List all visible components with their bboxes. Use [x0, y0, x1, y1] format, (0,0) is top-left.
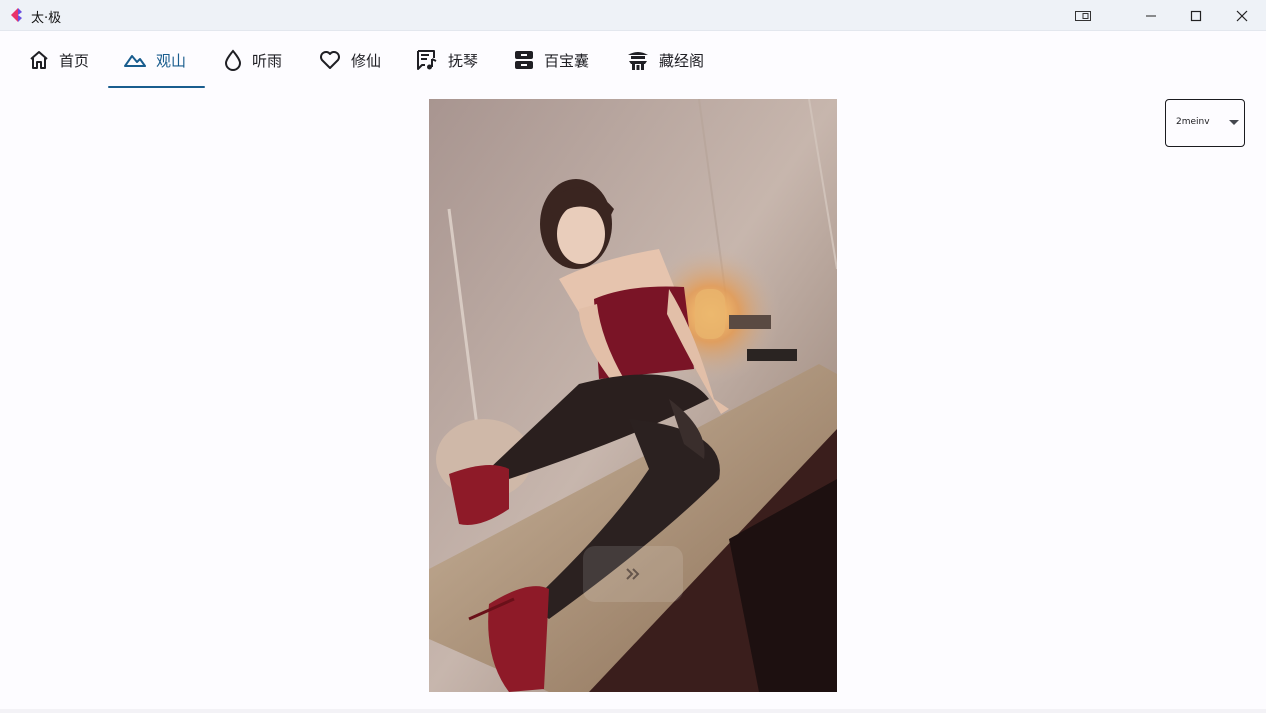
tab-library[interactable]: 藏经阁 [627, 31, 704, 89]
caret-down-icon [1229, 120, 1239, 125]
music-note-icon [417, 50, 437, 70]
photo-image [429, 99, 837, 692]
minimize-icon [1146, 15, 1156, 16]
bottom-edge [0, 709, 1266, 713]
source-dropdown[interactable]: 2meinv [1165, 99, 1245, 147]
tab-label: 抚琴 [448, 51, 479, 70]
tablet-icon [1075, 10, 1091, 21]
close-icon [1236, 10, 1248, 21]
tab-rain[interactable]: 听雨 [224, 31, 282, 89]
window-title: 太·极 [31, 11, 62, 26]
inbox-icon [515, 51, 533, 69]
tab-music[interactable]: 抚琴 [416, 31, 478, 89]
source-selected-value: 2meinv [1176, 117, 1210, 127]
tab-treasure-bag[interactable]: 百宝囊 [514, 31, 589, 89]
maximize-button[interactable] [1173, 0, 1219, 31]
active-tab-indicator [108, 86, 205, 88]
tab-label: 听雨 [252, 51, 283, 70]
app-logo-icon [11, 8, 22, 22]
nav-bar: 首页 观山 听雨 修仙 抚琴 百宝囊 藏经阁 [0, 31, 1266, 91]
water-drop-icon [224, 49, 242, 71]
next-image-button[interactable] [583, 546, 683, 602]
gallery-photo[interactable] [429, 99, 837, 692]
tab-home[interactable]: 首页 [29, 31, 89, 89]
tab-mountain[interactable]: 观山 [124, 31, 186, 89]
minimize-button[interactable] [1128, 0, 1174, 31]
temple-icon [628, 52, 648, 70]
maximize-icon [1190, 10, 1202, 21]
mountain-icon [124, 55, 146, 67]
heart-icon [320, 51, 340, 69]
tab-label: 观山 [156, 51, 187, 70]
title-bar: 太·极 [0, 0, 1266, 31]
close-button[interactable] [1219, 0, 1265, 31]
tab-label: 藏经阁 [659, 51, 705, 70]
tab-label: 百宝囊 [544, 51, 590, 70]
tab-immortal[interactable]: 修仙 [319, 31, 381, 89]
tab-label: 修仙 [351, 51, 382, 70]
tablet-mode-button[interactable] [1060, 0, 1106, 31]
double-chevron-right-icon [626, 568, 640, 580]
tab-label: 首页 [59, 51, 90, 70]
home-icon [30, 51, 48, 69]
